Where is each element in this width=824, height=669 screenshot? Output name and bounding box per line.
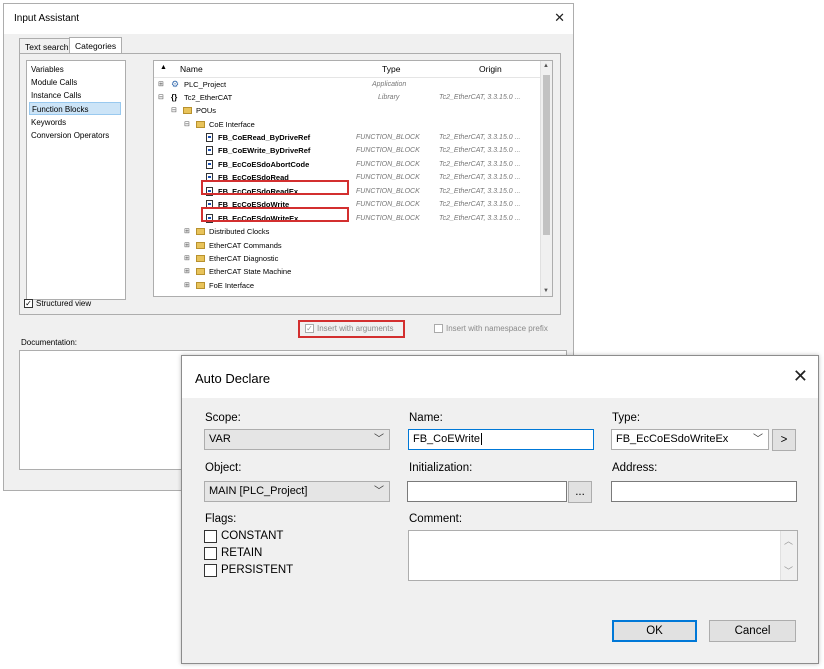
name-input[interactable]: FB_CoEWrite xyxy=(408,429,594,450)
expand-icon[interactable]: ⊞ xyxy=(184,252,190,265)
constant-label: CONSTANT xyxy=(221,530,284,542)
element-tree: ▲ Name Type Origin ⊞ ⚙ PLC_Project Appli… xyxy=(153,60,553,297)
tree-row[interactable]: ⊞ ⚙ PLC_Project Application xyxy=(154,78,542,91)
function-block-icon xyxy=(206,133,213,142)
category-list: Variables Module Calls Instance Calls Fu… xyxy=(26,60,126,300)
folder-icon xyxy=(183,107,192,114)
category-item[interactable]: Variables xyxy=(29,63,121,76)
documentation-label: Documentation: xyxy=(21,338,78,347)
constant-checkbox[interactable] xyxy=(204,530,217,543)
tree-row[interactable]: FB_CoEWrite_ByDriveRef FUNCTION_BLOCK Tc… xyxy=(154,144,542,157)
ok-button[interactable]: OK xyxy=(612,620,697,642)
expand-icon[interactable]: ⊞ xyxy=(184,239,190,252)
tree-row[interactable]: ⊞ Distributed Clocks xyxy=(154,225,542,238)
structured-view-label: Structured view xyxy=(36,299,92,308)
category-item[interactable]: Instance Calls xyxy=(29,89,121,102)
tree-row[interactable]: ⊞ EtherCAT State Machine xyxy=(154,265,542,278)
expand-icon[interactable]: ⊞ xyxy=(158,78,164,91)
folder-icon xyxy=(196,121,205,128)
insert-with-arguments-checkbox[interactable]: ✓ xyxy=(305,324,314,333)
type-select[interactable]: FB_EcCoESdoWriteEx ﹀ xyxy=(611,429,769,450)
object-select[interactable]: MAIN [PLC_Project] ﹀ xyxy=(204,481,390,502)
tree-scrollbar[interactable]: ▲ ▼ xyxy=(540,61,552,296)
scroll-down-icon[interactable]: ▼ xyxy=(543,288,549,294)
category-item[interactable]: Module Calls xyxy=(29,76,121,89)
tab-categories[interactable]: Categories xyxy=(69,37,123,54)
expand-icon[interactable]: ⊞ xyxy=(184,265,190,278)
retain-checkbox[interactable] xyxy=(204,547,217,560)
type-browse-button[interactable]: > xyxy=(772,429,796,451)
chevron-down-icon: ﹀ xyxy=(374,486,384,497)
scroll-up-icon[interactable]: ▲ xyxy=(543,63,549,69)
retain-label: RETAIN xyxy=(221,547,263,559)
folder-icon xyxy=(196,268,205,275)
insert-with-arguments-label: Insert with arguments xyxy=(317,324,394,333)
gear-icon: ⚙ xyxy=(171,79,180,89)
flags-label: Flags: xyxy=(205,513,237,525)
tree-row[interactable]: ⊞ EtherCAT Commands xyxy=(154,239,542,252)
comment-scrollbar[interactable]: ︿ ﹀ xyxy=(780,531,797,580)
highlight-readex xyxy=(201,180,349,195)
address-input[interactable] xyxy=(611,481,797,502)
cancel-button[interactable]: Cancel xyxy=(709,620,796,642)
scrollbar-thumb[interactable] xyxy=(543,75,550,235)
expand-icon[interactable]: ⊞ xyxy=(184,279,190,292)
tree-row[interactable]: ⊞ EtherCAT Diagnostic xyxy=(154,252,542,265)
tree-row[interactable]: ⊟ POUs xyxy=(154,104,542,117)
collapse-icon[interactable]: ⊟ xyxy=(184,118,190,131)
folder-icon xyxy=(196,255,205,262)
insert-namespace-checkbox[interactable] xyxy=(434,324,443,333)
column-name[interactable]: Name xyxy=(180,64,203,74)
auto-declare-dialog: Auto Declare ✕ Scope: VAR ﹀ Name: FB_CoE… xyxy=(181,355,819,664)
folder-icon xyxy=(196,228,205,235)
tree-row[interactable]: FB_CoERead_ByDriveRef FUNCTION_BLOCK Tc2… xyxy=(154,131,542,144)
chevron-down-icon: ﹀ xyxy=(753,434,763,445)
name-label: Name: xyxy=(409,412,443,424)
column-origin[interactable]: Origin xyxy=(479,64,502,74)
auto-declare-title: Auto Declare xyxy=(195,371,271,386)
expand-icon[interactable]: ⊞ xyxy=(184,225,190,238)
chevron-down-icon: ﹀ xyxy=(374,434,384,445)
input-assistant-titlebar: Input Assistant ✕ xyxy=(4,4,573,34)
close-icon[interactable]: ✕ xyxy=(793,366,808,387)
folder-icon xyxy=(196,242,205,249)
comment-label: Comment: xyxy=(409,513,463,525)
persistent-checkbox[interactable] xyxy=(204,564,217,577)
object-label: Object: xyxy=(205,462,242,474)
tab-text-search[interactable]: Text search xyxy=(19,38,75,54)
initialization-input[interactable] xyxy=(407,481,567,502)
comment-input[interactable]: ︿ ﹀ xyxy=(408,530,798,581)
function-block-icon xyxy=(206,146,213,155)
insert-namespace-label: Insert with namespace prefix xyxy=(446,324,548,333)
structured-view-checkbox[interactable]: ✓ xyxy=(24,299,33,308)
scroll-down-icon[interactable]: ﹀ xyxy=(784,564,793,577)
scope-select[interactable]: VAR ﹀ xyxy=(204,429,390,450)
scope-label: Scope: xyxy=(205,412,241,424)
collapse-icon[interactable]: ⊟ xyxy=(158,91,164,104)
scroll-up-icon[interactable]: ︿ xyxy=(784,534,793,547)
category-item[interactable]: Conversion Operators xyxy=(29,129,121,142)
persistent-label: PERSISTENT xyxy=(221,564,294,576)
input-assistant-title: Input Assistant xyxy=(14,13,80,24)
initialization-browse-button[interactable]: ... xyxy=(568,481,592,503)
collapse-icon[interactable]: ⊟ xyxy=(171,104,177,117)
library-icon: {} xyxy=(171,93,178,102)
category-item-selected[interactable]: Function Blocks xyxy=(29,102,121,115)
type-label: Type: xyxy=(612,412,641,424)
tree-row[interactable]: ⊟ {} Tc2_EtherCAT Library Tc2_EtherCAT, … xyxy=(154,91,542,104)
tree-row[interactable]: FB_EcCoESdoAbortCode FUNCTION_BLOCK Tc2_… xyxy=(154,158,542,171)
sort-up-icon[interactable]: ▲ xyxy=(160,64,167,71)
tree-header: ▲ Name Type Origin xyxy=(154,61,541,78)
category-item[interactable]: Keywords xyxy=(29,116,121,129)
auto-declare-titlebar: Auto Declare ✕ xyxy=(182,356,818,398)
address-label: Address: xyxy=(612,462,658,474)
initialization-label: Initialization: xyxy=(409,462,473,474)
tree-row[interactable]: ⊞ FoE Interface xyxy=(154,279,542,292)
function-block-icon xyxy=(206,160,213,169)
folder-icon xyxy=(196,282,205,289)
highlight-writeex xyxy=(201,207,349,222)
close-icon[interactable]: ✕ xyxy=(554,10,565,26)
tree-row[interactable]: ⊟ CoE Interface xyxy=(154,118,542,131)
column-type[interactable]: Type xyxy=(382,64,400,74)
